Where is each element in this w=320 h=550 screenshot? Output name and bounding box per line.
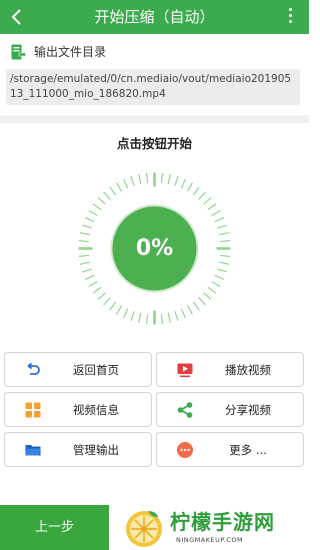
dial-tick: [203, 292, 212, 300]
overflow-menu-icon[interactable]: [287, 8, 293, 26]
dial-tick: [180, 308, 186, 319]
dial-tick: [92, 203, 102, 211]
play-video-label: 播放视频: [225, 363, 271, 377]
dial-tick: [109, 301, 117, 311]
play-video-button[interactable]: 播放视频: [156, 352, 304, 387]
dial-tick: [174, 311, 179, 321]
video-info-label: 视频信息: [73, 403, 119, 417]
output-path-field[interactable]: /storage/emulated/0/cn.mediaio/vout/medi…: [6, 69, 300, 105]
dial-tick: [123, 178, 129, 189]
dial-tick: [103, 191, 111, 200]
dial-tick: [207, 203, 217, 211]
dial-tick: [203, 197, 212, 205]
dial-tick: [220, 254, 231, 258]
dial-tick: [192, 186, 200, 196]
page-title: 开始压缩（自动）: [94, 8, 215, 26]
dial-tick: [160, 172, 164, 183]
dial-tick: [214, 217, 225, 223]
dial-tick: [211, 209, 221, 217]
video-info-button[interactable]: 视频信息: [4, 392, 152, 427]
dial-tick: [88, 209, 98, 217]
share-icon: [177, 402, 193, 418]
start-button[interactable]: [110, 204, 199, 293]
progress-dial[interactable]: 0%: [74, 168, 235, 329]
dial-tick: [82, 268, 92, 273]
dial-tick: [84, 274, 95, 280]
dial-tick: [84, 217, 95, 223]
dial-tick: [186, 305, 194, 315]
watermark-brand: 柠檬手游网: [170, 510, 275, 534]
dial-tick: [88, 280, 98, 288]
dial-graphic: [78, 172, 231, 325]
grid-info-icon: [25, 402, 41, 418]
dial-tick: [109, 186, 117, 196]
share-video-label: 分享视频: [225, 403, 271, 417]
output-dir-row: 输出文件目录: [8, 42, 288, 62]
dial-tick: [123, 308, 129, 319]
dial-tick: [211, 280, 221, 288]
output-dir-label: 输出文件目录: [34, 45, 107, 59]
watermark-domain: NINGMAKEUP.COM: [176, 536, 244, 544]
dial-tick: [217, 224, 227, 229]
title-bar: 开始压缩（自动）: [0, 0, 309, 34]
dial-tick: [214, 274, 225, 280]
dial-tick: [145, 314, 149, 325]
dial-tick: [78, 239, 89, 243]
dial-tick: [167, 312, 171, 323]
dial-tick: [217, 268, 227, 273]
dial-tick: [92, 286, 102, 294]
dial-tick: [198, 191, 206, 200]
dial-tick: [207, 286, 217, 294]
dial-tick: [103, 297, 111, 306]
dial-tick: [220, 239, 231, 243]
dial-tick: [198, 297, 206, 306]
home-button[interactable]: 返回首页: [4, 352, 152, 387]
dial-tick: [218, 261, 229, 265]
dial-tick: [167, 174, 171, 185]
dial-tick: [145, 172, 149, 183]
dial-tick: [192, 301, 200, 311]
dial-tick: [115, 305, 123, 315]
lemon-logo-icon: [124, 509, 164, 549]
dial-tick: [80, 232, 91, 236]
manage-output-button[interactable]: 管理输出: [4, 432, 152, 467]
dial-tick: [138, 174, 142, 185]
share-video-button[interactable]: 分享视频: [156, 392, 304, 427]
dial-tick: [97, 197, 106, 205]
dial-tick: [180, 178, 186, 189]
dial-tick: [160, 314, 164, 325]
dial-tick: [138, 312, 142, 323]
dial-tick: [130, 311, 135, 321]
dial-tick: [82, 224, 92, 229]
dial-tick: [97, 292, 106, 300]
manage-output-label: 管理输出: [73, 443, 119, 457]
dial-tick: [174, 176, 179, 186]
more-label: 更多 ...: [229, 443, 267, 457]
undo-arrow-icon: [25, 362, 41, 378]
export-file-icon: [11, 44, 27, 60]
dial-tick: [130, 176, 135, 186]
watermark: 柠檬手游网 NINGMAKEUP.COM: [124, 505, 309, 550]
section-divider: [0, 115, 309, 123]
more-dots-icon: [177, 442, 193, 458]
dial-tick: [78, 254, 89, 258]
previous-step-button[interactable]: 上一步: [0, 505, 109, 550]
dial-tick: [186, 182, 194, 192]
dial-tick: [218, 232, 229, 236]
folder-icon: [25, 442, 41, 458]
more-button[interactable]: 更多 ...: [156, 432, 304, 467]
video-play-icon: [177, 362, 193, 378]
home-button-label: 返回首页: [73, 363, 119, 377]
start-prompt: 点击按钮开始: [116, 136, 192, 151]
dial-tick: [80, 261, 91, 265]
dial-tick: [115, 182, 123, 192]
